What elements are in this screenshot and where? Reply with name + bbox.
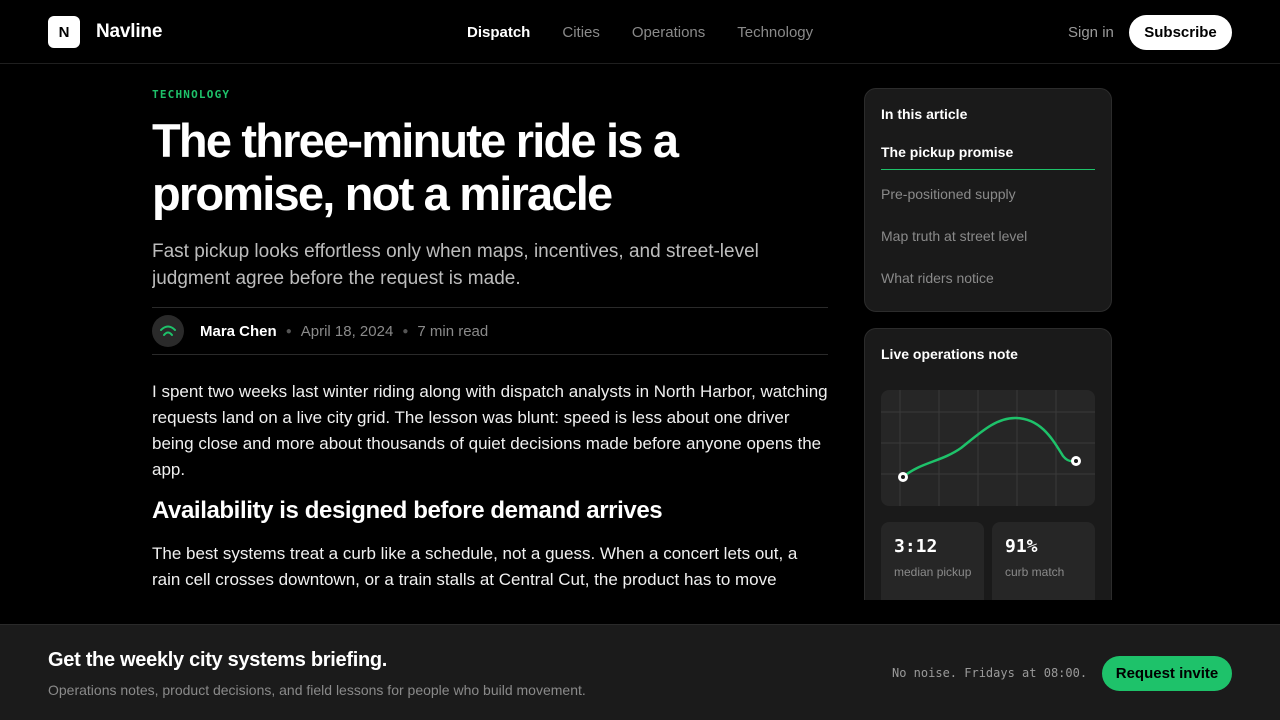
nav-operations[interactable]: Operations — [632, 24, 705, 41]
read-time: 7 min read — [417, 322, 489, 340]
sign-in-link[interactable]: Sign in — [1068, 24, 1114, 41]
toc-item-pickup-promise[interactable]: The pickup promise — [881, 144, 1095, 170]
toc-title: In this article — [881, 106, 968, 122]
main-nav: Dispatch Cities Operations Technology — [467, 24, 813, 41]
newsletter-title: Get the weekly city systems briefing. — [48, 649, 388, 671]
newsletter-banner: Get the weekly city systems briefing. Op… — [0, 624, 1280, 720]
stat-curb-match: 91% curb match — [992, 522, 1095, 600]
trend-end-dot — [1074, 459, 1078, 463]
article-title: The three-minute ride is a promise, not … — [152, 114, 679, 220]
stat-value: 91% — [1005, 536, 1038, 557]
stat-label: median pickup — [894, 565, 972, 579]
nav-dispatch[interactable]: Dispatch — [467, 24, 530, 41]
ops-sparkline — [881, 390, 1095, 506]
brand-name[interactable]: Navline — [96, 21, 162, 43]
article: TECHNOLOGY The three-minute ride is a pr… — [152, 64, 828, 600]
toc-item-map-truth[interactable]: Map truth at street level — [881, 228, 1095, 250]
operations-card: Live operations note 3:12 median pickup … — [864, 328, 1112, 600]
stat-label: curb match — [1005, 565, 1065, 579]
separator-dot: ● — [285, 325, 292, 337]
publish-date: April 18, 2024 — [300, 322, 394, 340]
section-heading: Availability is designed before demand a… — [152, 497, 663, 524]
ops-title: Live operations note — [881, 346, 1018, 362]
toc-item-pre-positioned-supply[interactable]: Pre-positioned supply — [881, 186, 1095, 208]
paragraph: The best systems treat a curb like a sch… — [152, 544, 798, 589]
trend-start-dot — [901, 475, 905, 479]
nav-technology[interactable]: Technology — [737, 24, 813, 41]
separator-dot: ● — [402, 325, 409, 337]
toc-item-riders-notice[interactable]: What riders notice — [881, 270, 1095, 292]
request-invite-button[interactable]: Request invite — [1102, 656, 1232, 691]
table-of-contents: In this article The pickup promise Pre-p… — [864, 88, 1112, 312]
subscribe-button[interactable]: Subscribe — [1129, 15, 1232, 50]
newsletter-subtitle: Operations notes, product decisions, and… — [48, 682, 586, 698]
paragraph: I spent two weeks last winter riding alo… — [152, 382, 828, 479]
signal-icon — [160, 325, 176, 336]
author-name[interactable]: Mara Chen — [200, 323, 277, 340]
stat-value: 3:12 — [894, 536, 938, 557]
author-avatar — [152, 315, 184, 347]
site-header: N Navline Dispatch Cities Operations Tec… — [0, 0, 1280, 64]
trend-line — [902, 416, 1077, 478]
newsletter-note: No noise. Fridays at 08:00. — [892, 666, 1088, 680]
chart-grid — [881, 390, 1095, 506]
stat-median-pickup: 3:12 median pickup — [881, 522, 984, 600]
nav-cities[interactable]: Cities — [562, 24, 600, 41]
article-category[interactable]: TECHNOLOGY — [152, 88, 230, 101]
logo-mark[interactable]: N — [48, 16, 80, 48]
byline: Mara Chen ● April 18, 2024 ● 7 min read — [152, 307, 828, 355]
article-dek: Fast pickup looks effortless only when m… — [152, 241, 759, 289]
